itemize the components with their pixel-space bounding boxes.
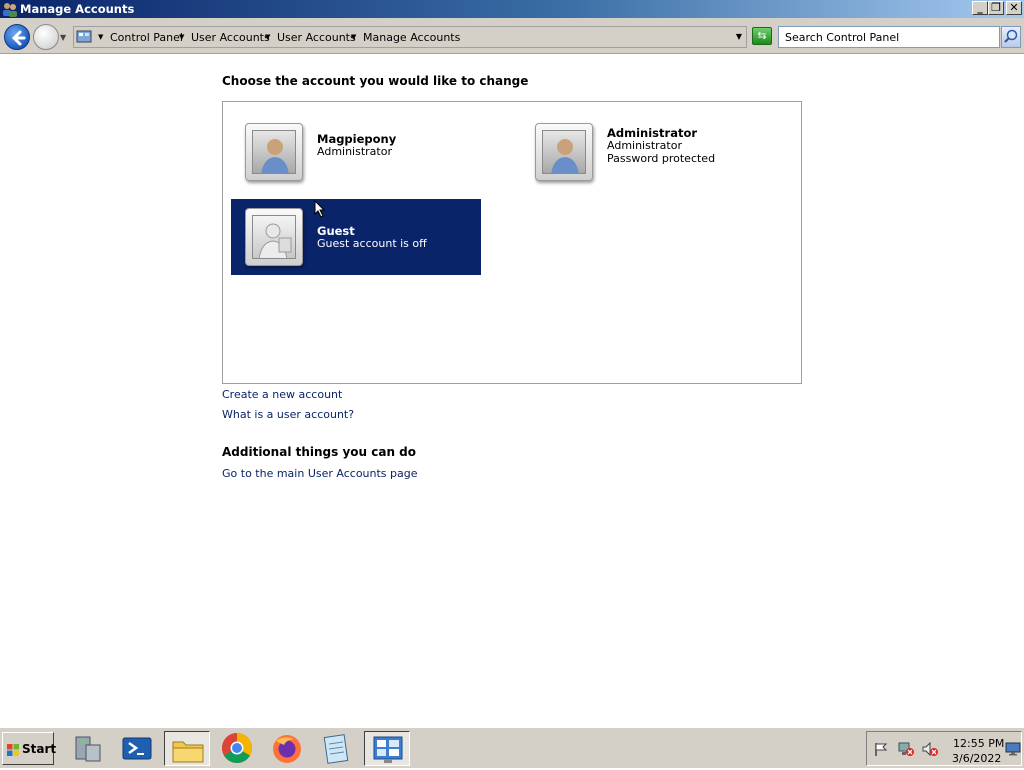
minimize-button[interactable]: _ [972, 1, 988, 15]
chrome-icon[interactable] [214, 731, 260, 766]
create-account-link[interactable]: Create a new account [222, 388, 342, 401]
server-manager-icon[interactable] [64, 731, 110, 766]
search-icon [1004, 29, 1018, 43]
breadcrumb-user-accounts-2[interactable]: User Accounts [277, 31, 356, 44]
account-name: Magpiepony [317, 132, 397, 146]
windows-flag-icon [7, 744, 19, 756]
account-type: Administrator [317, 145, 392, 158]
action-center-flag-icon[interactable] [873, 741, 889, 757]
window-title: Manage Accounts [20, 2, 135, 16]
powershell-icon[interactable] [114, 731, 160, 766]
breadcrumb-arrow[interactable]: ▼ [98, 33, 103, 41]
breadcrumb-arrow[interactable]: ▼ [265, 33, 270, 41]
breadcrumb-arrow[interactable]: ▼ [351, 33, 356, 41]
account-name: Guest [317, 224, 355, 238]
user-picture-icon [535, 123, 593, 181]
account-guest[interactable]: Guest Guest account is off [231, 199, 481, 275]
guest-picture-icon [245, 208, 303, 266]
control-panel-icon [76, 30, 92, 43]
clock-time[interactable]: 12:55 PM [953, 737, 1004, 750]
taskbar: Start 12:55 PM 3/6/2022 [0, 727, 1024, 768]
address-dropdown-icon[interactable]: ▼ [736, 32, 742, 41]
control-panel-icon[interactable] [364, 731, 410, 766]
volume-muted-icon[interactable] [921, 741, 939, 757]
show-desktop-icon[interactable] [1005, 742, 1021, 756]
account-administrator[interactable]: Administrator Administrator Password pro… [521, 114, 771, 190]
account-name: Administrator [607, 126, 698, 140]
notepad-icon[interactable] [314, 731, 360, 766]
accounts-panel: Magpiepony Administrator Administrator A… [222, 101, 802, 384]
account-password-status: Password protected [607, 152, 716, 165]
breadcrumb-control-panel[interactable]: Control Panel [110, 31, 183, 44]
firefox-icon[interactable] [264, 731, 310, 766]
account-magpiepony[interactable]: Magpiepony Administrator [231, 114, 481, 190]
user-picture-icon [245, 123, 303, 181]
what-is-account-link[interactable]: What is a user account? [222, 408, 354, 421]
refresh-button[interactable]: ⇆ [752, 27, 772, 45]
title-bar: Manage Accounts _ ❐ ✕ [0, 0, 1024, 18]
address-path[interactable]: ▼ Control Panel ▼ User Accounts ▼ User A… [73, 26, 747, 48]
start-label: Start [22, 742, 57, 756]
notification-area: 12:55 PM 3/6/2022 [866, 731, 1022, 766]
search-input[interactable]: Search Control Panel [778, 26, 1000, 48]
account-status: Guest account is off [317, 237, 427, 250]
breadcrumb-manage-accounts[interactable]: Manage Accounts [363, 31, 460, 44]
start-button[interactable]: Start [2, 732, 57, 765]
mouse-cursor-icon [314, 200, 326, 218]
address-bar: ▼ ▼ Control Panel ▼ User Accounts ▼ User… [0, 18, 1024, 54]
breadcrumb-user-accounts[interactable]: User Accounts [191, 31, 270, 44]
search-button[interactable] [1001, 26, 1021, 48]
recent-pages-dropdown[interactable]: ▼ [60, 33, 66, 42]
file-explorer-icon[interactable] [164, 731, 210, 766]
page-heading: Choose the account you would like to cha… [222, 74, 529, 88]
users-icon [3, 3, 17, 17]
close-button[interactable]: ✕ [1006, 1, 1022, 15]
account-type: Administrator [607, 139, 682, 152]
additional-heading: Additional things you can do [222, 445, 417, 459]
breadcrumb-arrow[interactable]: ▼ [179, 33, 184, 41]
forward-button[interactable] [33, 24, 59, 50]
network-disconnected-icon[interactable] [897, 741, 915, 757]
back-button[interactable] [4, 24, 30, 50]
clock-date[interactable]: 3/6/2022 [952, 752, 1001, 765]
restore-button[interactable]: ❐ [988, 1, 1004, 15]
content-area: Choose the account you would like to cha… [0, 55, 1024, 727]
main-user-accounts-link[interactable]: Go to the main User Accounts page [222, 467, 418, 480]
back-arrow-icon [11, 30, 26, 46]
